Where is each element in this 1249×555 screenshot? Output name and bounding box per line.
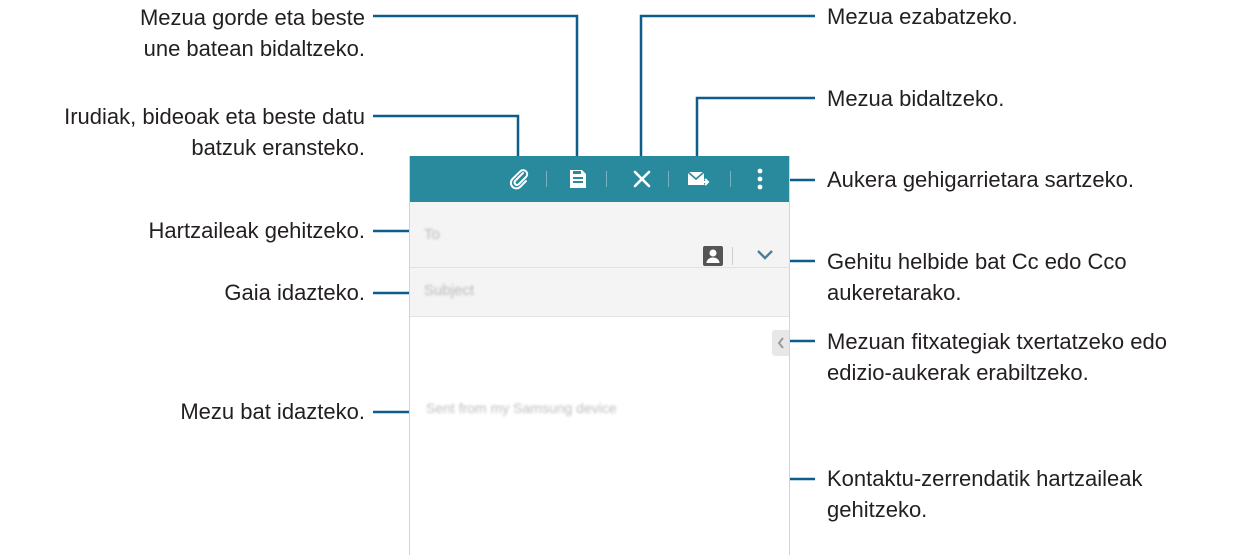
- callout-save-draft: Mezua gorde eta beste une batean bidaltz…: [139, 5, 365, 61]
- callout-compose: Mezu bat idazteko.: [180, 399, 365, 424]
- callout-recipients: Hartzaileak gehitzeko.: [148, 218, 365, 243]
- save-icon: [570, 170, 586, 188]
- message-signature[interactable]: Sent from my Samsung device: [426, 400, 617, 416]
- chevron-down-icon: [757, 250, 773, 260]
- subject-placeholder: Subject: [424, 282, 475, 299]
- email-compose-screen: To Subject Sent from my Samsung device: [409, 156, 790, 555]
- callout-contacts: Kontaktu-zerrendatik hartzaileak gehitze…: [827, 466, 1143, 522]
- toolbar-separator: [730, 171, 731, 187]
- toolbar-separator: [546, 171, 547, 187]
- delete-button[interactable]: [627, 164, 657, 194]
- delete-icon: [633, 170, 651, 188]
- callout-cc-bcc: Gehitu helbide bat Cc edo Cco aukeretara…: [827, 249, 1127, 305]
- attach-icon: [509, 169, 529, 190]
- contact-picker-button[interactable]: [702, 245, 724, 267]
- cc-bcc-expand-button[interactable]: [755, 248, 775, 264]
- line-delete: [639, 14, 815, 170]
- line-save: [373, 14, 579, 170]
- more-options-icon: [757, 168, 763, 190]
- side-panel-handle[interactable]: [772, 330, 789, 356]
- chevron-left-icon: [777, 337, 784, 349]
- attach-button[interactable]: [504, 164, 534, 194]
- toolbar-separator: [606, 171, 607, 187]
- toolbar-separator: [668, 171, 669, 187]
- to-placeholder: To: [424, 226, 440, 243]
- recipient-separator: [732, 247, 733, 265]
- save-button[interactable]: [563, 164, 593, 194]
- callout-side-panel: Mezuan fitxategiak txertatzeko edo edizi…: [827, 329, 1167, 385]
- callout-subject: Gaia idazteko.: [224, 280, 365, 305]
- send-icon: [687, 171, 710, 186]
- contact-icon: [703, 246, 723, 266]
- compose-toolbar: [410, 156, 789, 202]
- callout-attach: Irudiak, bideoak eta beste datu batzuk e…: [64, 104, 365, 160]
- callout-send: Mezua bidaltzeko.: [827, 86, 1005, 111]
- callout-more-options: Aukera gehigarrietara sartzeko.: [827, 167, 1134, 192]
- send-button[interactable]: [683, 164, 713, 194]
- subject-field-row[interactable]: Subject: [410, 268, 789, 317]
- callout-delete: Mezua ezabatzeko.: [827, 4, 1018, 29]
- more-options-button[interactable]: [745, 164, 775, 194]
